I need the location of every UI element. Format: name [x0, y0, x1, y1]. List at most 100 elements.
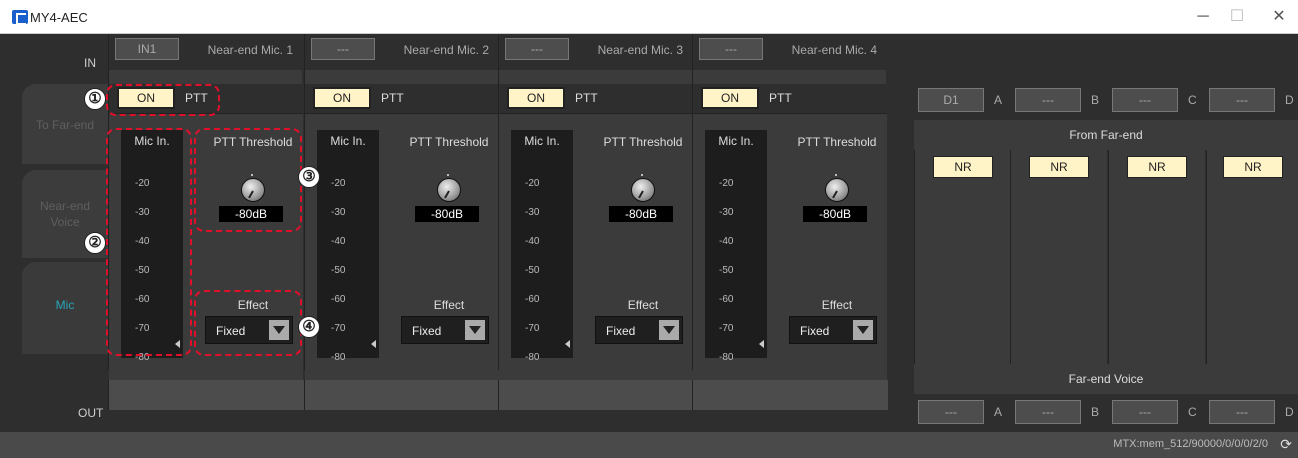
effect-title: Effect [627, 298, 659, 312]
ptt-threshold-title: PTT Threshold [603, 135, 683, 149]
ptt-label: PTT [769, 91, 792, 105]
far-input-button[interactable]: --- [1209, 88, 1275, 112]
mic-level-meter: Mic In. -20 -30 -40 -50 -60 -70 -80 [705, 130, 767, 363]
meter-tick: -20 [719, 178, 734, 189]
effect-select[interactable]: Fixed [401, 316, 489, 344]
meter-title: Mic In. [718, 134, 754, 148]
nr-button[interactable]: NR [1127, 156, 1187, 178]
maximize-button[interactable]: ☐ [1222, 6, 1252, 28]
nr-button[interactable]: NR [1223, 156, 1283, 178]
far-output-row: --- A --- B --- C --- D [914, 396, 1298, 428]
ptt-on-button[interactable]: ON [701, 87, 759, 109]
ptt-label: PTT [575, 91, 598, 105]
far-input-button[interactable]: --- [1015, 400, 1081, 424]
threshold-knob[interactable] [631, 178, 655, 202]
meter-tick: -20 [331, 178, 346, 189]
ptt-label: PTT [381, 91, 404, 105]
from-far-end-label: From Far-end [914, 120, 1298, 150]
minimize-button[interactable]: ─ [1188, 6, 1218, 28]
meter-tick: -70 [719, 323, 734, 334]
ptt-row: ON PTT [499, 84, 693, 114]
far-channel-letter: D [1285, 93, 1294, 107]
meter-pointer-icon[interactable] [759, 340, 764, 348]
threshold-value[interactable]: -80dB [803, 206, 867, 222]
effect-title: Effect [433, 298, 465, 312]
mic-level-meter: Mic In. -20 -30 -40 -50 -60 -70 -80 [511, 130, 573, 363]
channel-strip: --- Near-end Mic. 3 ON PTT Mic In. -20 -3… [498, 34, 693, 380]
channel-header: --- Near-end Mic. 4 [693, 34, 887, 70]
knob-marker [447, 174, 449, 176]
threshold-knob[interactable] [825, 178, 849, 202]
far-input-button[interactable]: --- [1112, 88, 1178, 112]
far-input-button[interactable]: --- [1015, 88, 1081, 112]
nr-column: NR [914, 150, 1011, 394]
far-channel-letter: B [1091, 93, 1100, 107]
chevron-down-icon[interactable] [659, 320, 679, 340]
nr-column: NR [1108, 150, 1205, 394]
channel-body: Mic In. -20 -30 -40 -50 -60 -70 -80 PTT Thresh… [499, 114, 693, 380]
meter-tick: -50 [331, 265, 346, 276]
chevron-down-icon[interactable] [853, 320, 873, 340]
meter-pointer-icon[interactable] [371, 340, 376, 348]
far-input-button[interactable]: --- [918, 400, 984, 424]
effect-value: Fixed [412, 324, 442, 338]
input-select-button[interactable]: --- [699, 38, 763, 60]
meter-tick: -40 [719, 236, 734, 247]
chevron-down-icon[interactable] [465, 320, 485, 340]
threshold-value[interactable]: -80dB [415, 206, 479, 222]
ptt-on-button[interactable]: ON [313, 87, 371, 109]
tab-mic[interactable]: Mic [22, 262, 108, 354]
knob-marker [835, 174, 837, 176]
out-cell-3 [498, 380, 692, 410]
far-input-button[interactable]: D1 [918, 88, 984, 112]
close-button[interactable]: ✕ [1264, 6, 1294, 28]
effect-value: Fixed [800, 324, 830, 338]
callout-3: ③ [298, 166, 320, 188]
meter-tick: -70 [525, 323, 540, 334]
nr-column: NR [1206, 150, 1298, 394]
far-input-button[interactable]: --- [1209, 400, 1275, 424]
threshold-value[interactable]: -80dB [609, 206, 673, 222]
callout-4: ④ [298, 316, 320, 338]
title-bar: MY4-AEC ─ ☐ ✕ [0, 0, 1298, 34]
meter-tick: -40 [525, 236, 540, 247]
knob-marker [641, 174, 643, 176]
channel-name: Near-end Mic. 1 [207, 43, 293, 57]
meter-tick: -70 [331, 323, 346, 334]
ptt-row: ON PTT [693, 84, 887, 114]
window-title: MY4-AEC [30, 10, 88, 25]
input-select-button[interactable]: --- [505, 38, 569, 60]
main-panel: IN OUT To Far-end Near-end Voice Mic IN1… [0, 34, 1298, 432]
effect-select[interactable]: Fixed [789, 316, 877, 344]
callout-box-3 [194, 128, 302, 232]
threshold-knob[interactable] [437, 178, 461, 202]
out-cell-1 [108, 380, 304, 410]
far-end-voice-label: Far-end Voice [914, 364, 1298, 394]
meter-tick: -50 [525, 265, 540, 276]
ptt-row: ON PTT [305, 84, 499, 114]
far-channel-letter: A [994, 405, 1003, 419]
meter-tick: -50 [719, 265, 734, 276]
out-cell-4 [692, 380, 888, 410]
far-channel-letter: D [1285, 405, 1294, 419]
input-select-button[interactable]: IN1 [115, 38, 179, 60]
meter-pointer-icon[interactable] [565, 340, 570, 348]
mic-level-meter: Mic In. -20 -30 -40 -50 -60 -70 -80 [317, 130, 379, 363]
channel-header: --- Near-end Mic. 3 [499, 34, 693, 70]
channel-strip: --- Near-end Mic. 4 ON PTT Mic In. -20 -3… [692, 34, 887, 380]
effect-select[interactable]: Fixed [595, 316, 683, 344]
meter-tick: -80 [525, 352, 540, 363]
callout-box-4 [194, 290, 302, 356]
effect-title: Effect [821, 298, 853, 312]
input-select-button[interactable]: --- [311, 38, 375, 60]
meter-tick: -60 [719, 294, 734, 305]
refresh-icon[interactable]: ⟳ [1280, 436, 1292, 453]
meter-tick: -80 [719, 352, 734, 363]
far-input-button[interactable]: --- [1112, 400, 1178, 424]
nr-button[interactable]: NR [1029, 156, 1089, 178]
channel-name: Near-end Mic. 2 [403, 43, 489, 57]
ptt-on-button[interactable]: ON [507, 87, 565, 109]
nr-button[interactable]: NR [933, 156, 993, 178]
ptt-threshold-title: PTT Threshold [797, 135, 877, 149]
far-channel-letter: B [1091, 405, 1100, 419]
